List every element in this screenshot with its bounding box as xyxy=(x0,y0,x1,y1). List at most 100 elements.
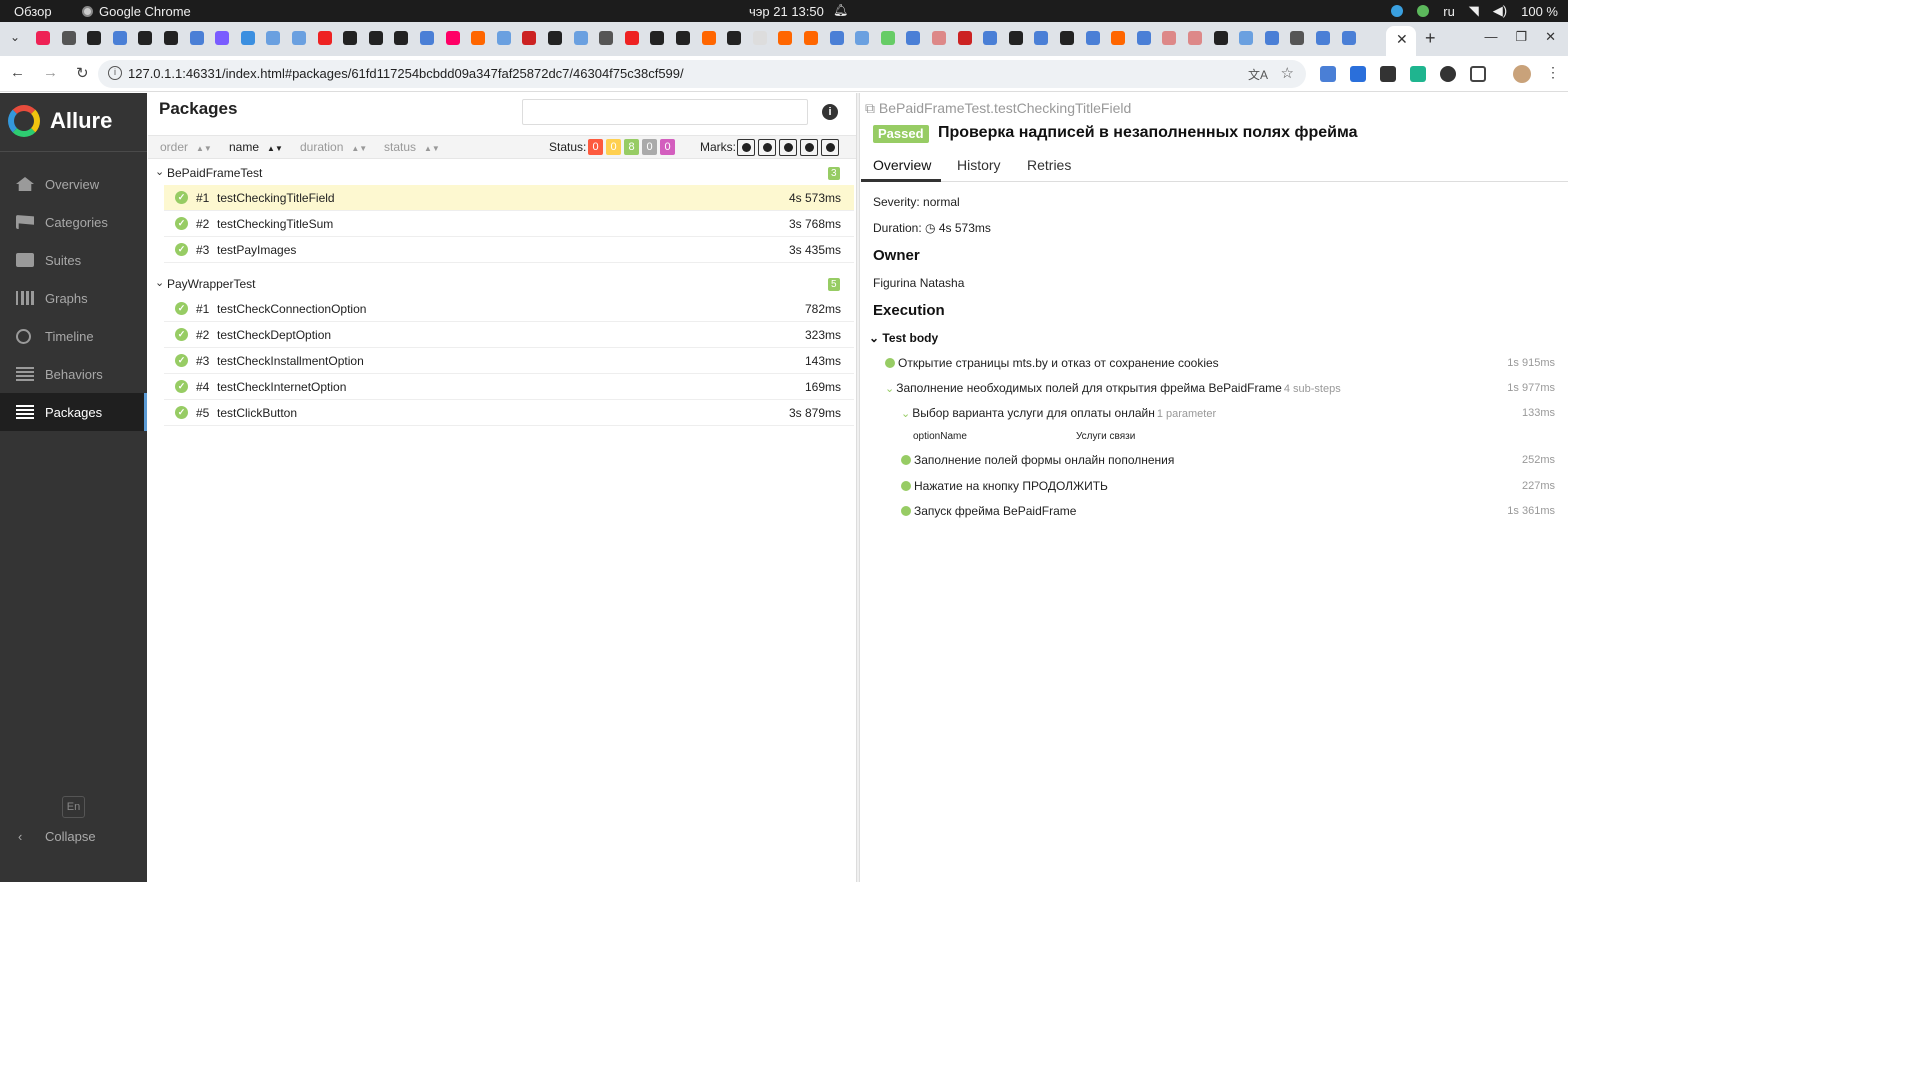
tab-favicon-icon[interactable] xyxy=(1085,31,1100,45)
back-icon[interactable]: ← xyxy=(10,64,25,82)
test-row[interactable]: ✓ #5 testClickButton 3s 879ms xyxy=(164,400,854,426)
test-row[interactable]: ✓ #3 testCheckInstallmentOption 143ms xyxy=(164,348,854,374)
tab-favicon-icon[interactable] xyxy=(650,31,665,45)
step-row[interactable]: Нажатие на кнопку ПРОДОЛЖИТЬ xyxy=(901,479,1108,497)
sidebar-item-suites[interactable]: Suites xyxy=(0,241,147,279)
tab-favicon-icon[interactable] xyxy=(1239,31,1254,45)
sidebar-item-overview[interactable]: Overview xyxy=(0,165,147,203)
tab-favicon-icon[interactable] xyxy=(1060,31,1074,45)
test-row[interactable]: ✓ #2 testCheckingTitleSum 3s 768ms xyxy=(164,211,854,237)
status-count-badge[interactable]: 0 xyxy=(642,139,657,155)
tab-favicon-icon[interactable] xyxy=(1188,31,1202,45)
tab-favicon-icon[interactable] xyxy=(445,31,460,45)
sort-duration[interactable]: duration ▲▼ xyxy=(300,140,367,154)
system-tray[interactable]: ru ◥ ◀) 100 % xyxy=(1391,3,1558,19)
extension-translate-icon[interactable] xyxy=(1320,66,1336,82)
tab-favicon-icon[interactable] xyxy=(343,31,358,45)
step-row[interactable]: Запуск фрейма BePaidFrame xyxy=(901,504,1076,522)
profile-avatar[interactable] xyxy=(1513,65,1531,83)
tab-favicon-icon[interactable] xyxy=(87,31,102,45)
tab-history[interactable]: History xyxy=(957,157,1001,173)
tab-favicon-icon[interactable] xyxy=(1034,31,1049,45)
step-row[interactable]: ⌄ Заполнение необходимых полей для открыт… xyxy=(885,381,1341,399)
tab-favicon-icon[interactable] xyxy=(752,31,767,45)
activities-button[interactable]: Обзор xyxy=(14,4,52,19)
test-row[interactable]: ✓ #1 testCheckConnectionOption 782ms xyxy=(164,296,854,322)
sidebar-item-timeline[interactable]: Timeline xyxy=(0,317,147,355)
test-row[interactable]: ✓ #2 testCheckDeptOption 323ms xyxy=(164,322,854,348)
tab-favicon-icon[interactable] xyxy=(983,31,998,45)
site-info-icon[interactable]: i xyxy=(108,66,122,80)
tab-favicon-icon[interactable] xyxy=(394,31,409,45)
tab-favicon-icon[interactable] xyxy=(1162,31,1177,45)
bookmark-star-icon[interactable]: ☆ xyxy=(1281,64,1294,82)
tab-favicon-icon[interactable] xyxy=(957,31,972,45)
sort-name[interactable]: name ▲▼ xyxy=(229,140,283,154)
tab-favicon-icon[interactable] xyxy=(292,31,306,45)
close-window-icon[interactable]: ✕ xyxy=(1545,29,1556,45)
address-bar[interactable]: i 127.0.1.1:46331/index.html#packages/61… xyxy=(98,60,1306,88)
test-body-toggle[interactable]: ⌄ Test body xyxy=(869,331,938,345)
tab-favicon-icon[interactable] xyxy=(778,31,793,45)
sort-order[interactable]: order ▲▼ xyxy=(160,140,212,154)
tab-favicon-icon[interactable] xyxy=(1111,31,1126,45)
tab-favicon-icon[interactable] xyxy=(624,31,639,45)
test-row[interactable]: ✓ #4 testCheckInternetOption 169ms xyxy=(164,374,854,400)
forward-icon[interactable]: → xyxy=(43,64,58,82)
status-count-badge[interactable]: 0 xyxy=(606,139,621,155)
tab-favicon-icon[interactable] xyxy=(522,31,537,45)
language-switch[interactable]: En xyxy=(62,796,85,818)
new-broken-mark-icon[interactable] xyxy=(800,139,818,156)
tab-favicon-icon[interactable] xyxy=(676,31,690,45)
menu-kebab-icon[interactable]: ⋮ xyxy=(1546,64,1560,81)
status-count-badge[interactable]: 0 xyxy=(660,139,675,155)
tab-favicon-icon[interactable] xyxy=(701,31,716,45)
sidebar-item-packages[interactable]: Packages xyxy=(0,393,147,431)
tab-favicon-icon[interactable] xyxy=(1213,31,1228,45)
translate-icon[interactable]: 文A xyxy=(1248,66,1268,83)
app-menu[interactable]: Google Chrome xyxy=(82,4,191,19)
package-group[interactable]: ⌄ PayWrapperTest 5 xyxy=(148,272,856,296)
clock[interactable]: чэр 21 13:50 xyxy=(749,4,824,19)
new-failed-mark-icon[interactable] xyxy=(758,139,776,156)
pane-splitter[interactable] xyxy=(856,93,860,882)
collapse-button[interactable]: ‹ Collapse xyxy=(18,829,96,844)
tab-favicon-icon[interactable] xyxy=(496,31,511,45)
step-row[interactable]: ⌄ Выбор варианта услуги для оплаты онлайн… xyxy=(901,406,1216,424)
tab-favicon-icon[interactable] xyxy=(880,31,895,45)
step-row[interactable]: Открытие страницы mts.by и отказ от сохр… xyxy=(885,356,1219,374)
info-icon[interactable]: i xyxy=(822,104,838,120)
sort-status[interactable]: status ▲▼ xyxy=(384,140,440,154)
extension-x-icon[interactable] xyxy=(1410,66,1426,82)
sidebar-item-behaviors[interactable]: Behaviors xyxy=(0,355,147,393)
extension-picker-icon[interactable] xyxy=(1380,66,1396,82)
tab-favicon-icon[interactable] xyxy=(420,31,434,45)
tab-favicon-icon[interactable] xyxy=(1008,31,1023,45)
tab-favicon-icon[interactable] xyxy=(61,31,76,45)
package-group[interactable]: ⌄ BePaidFrameTest 3 xyxy=(148,161,856,185)
extension-g-icon[interactable] xyxy=(1440,66,1456,82)
minimize-icon[interactable]: — xyxy=(1484,29,1497,45)
tab-favicon-icon[interactable] xyxy=(471,31,486,45)
extension-a-icon[interactable] xyxy=(1350,66,1366,82)
status-count-badge[interactable]: 0 xyxy=(588,139,603,155)
tab-favicon-icon[interactable] xyxy=(829,31,844,45)
tab-favicon-icon[interactable] xyxy=(368,31,383,45)
status-count-badge[interactable]: 8 xyxy=(624,139,639,155)
brand[interactable]: Allure xyxy=(8,105,112,137)
search-input[interactable] xyxy=(522,99,808,125)
tab-favicon-icon[interactable] xyxy=(240,31,255,45)
tab-favicon-icon[interactable] xyxy=(1290,31,1305,45)
tab-favicon-icon[interactable] xyxy=(727,31,742,45)
retries-mark-icon[interactable] xyxy=(821,139,839,156)
restore-icon[interactable]: ❐ xyxy=(1515,29,1527,45)
tab-favicon-icon[interactable] xyxy=(804,31,818,45)
copy-icon[interactable]: ⧉ xyxy=(865,100,879,116)
tab-favicon-icon[interactable] xyxy=(573,31,588,45)
tab-favicon-icon[interactable] xyxy=(266,31,281,45)
new-passed-mark-icon[interactable] xyxy=(779,139,797,156)
tab-favicon-icon[interactable] xyxy=(317,31,332,45)
tab-favicon-icon[interactable] xyxy=(1264,31,1279,45)
url-text[interactable]: 127.0.1.1:46331/index.html#packages/61fd… xyxy=(128,66,684,81)
flaky-mark-icon[interactable] xyxy=(737,139,755,156)
